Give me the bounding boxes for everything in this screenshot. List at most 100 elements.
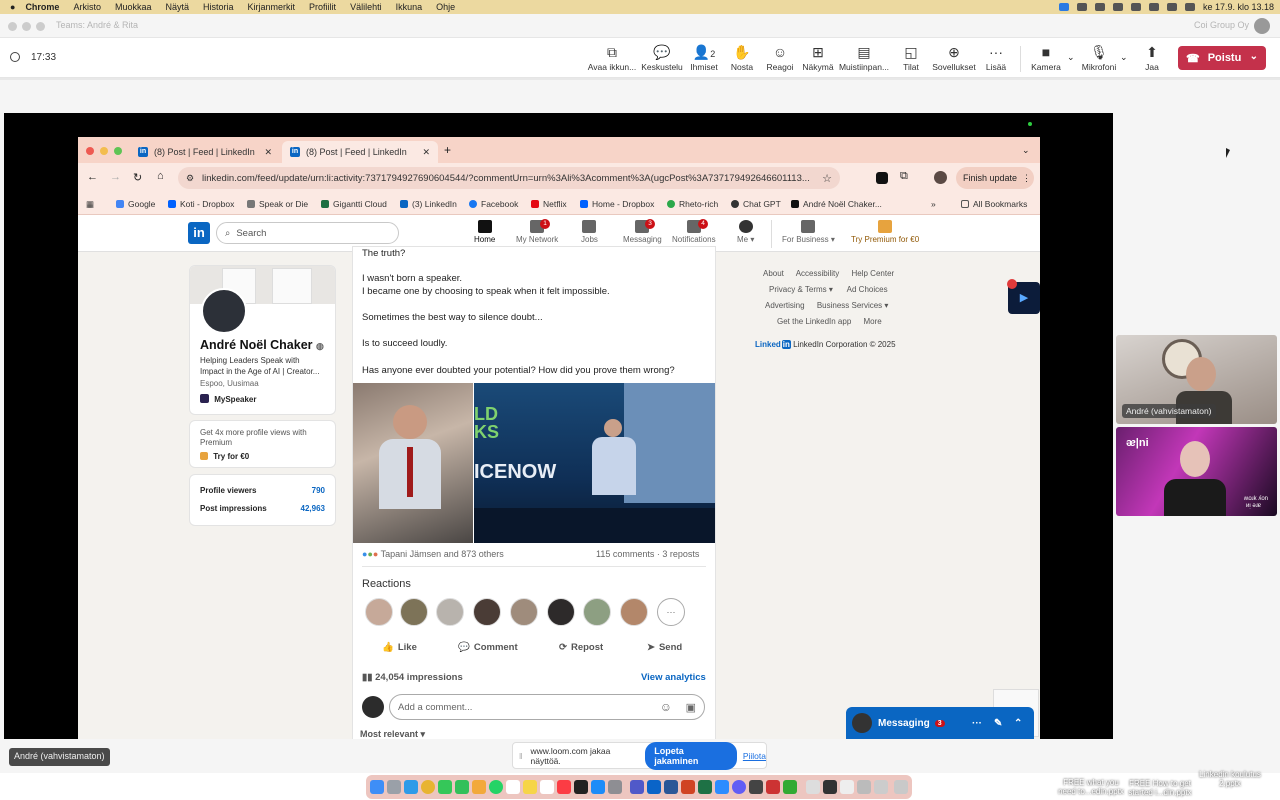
all-bookmarks[interactable]: All Bookmarks — [961, 199, 1027, 209]
stat-label[interactable]: Profile viewers — [200, 486, 256, 495]
footer-link[interactable]: Get the LinkedIn app — [777, 317, 851, 326]
more-button[interactable]: ··· Lisää — [971, 44, 1021, 72]
extension-icon[interactable] — [876, 172, 888, 184]
chevron-up-icon[interactable]: ⌃ — [1014, 718, 1022, 729]
bookmark-rheto-rich[interactable]: Rheto-rich — [667, 199, 718, 209]
wifi-icon[interactable] — [1148, 3, 1159, 11]
facetime-icon[interactable] — [455, 780, 469, 794]
nav-home[interactable]: Home — [474, 220, 495, 244]
app-icon[interactable] — [874, 780, 888, 794]
footer-link[interactable]: More — [864, 317, 882, 326]
footer-link[interactable]: Accessibility — [796, 269, 840, 278]
repost-button[interactable]: ⟳ Repost — [559, 642, 603, 653]
preview-icon[interactable] — [806, 780, 820, 794]
bookmark-andre-x[interactable]: André Noël Chaker... — [791, 199, 882, 209]
profile-company[interactable]: MySpeaker — [200, 394, 256, 404]
menu-ikkuna[interactable]: Ikkuna — [396, 2, 423, 12]
footer-link[interactable]: About — [763, 269, 784, 278]
menu-arkisto[interactable]: Arkisto — [73, 2, 101, 12]
bookmark-speak-or-die[interactable]: Speak or Die — [247, 199, 308, 209]
reactor-avatar[interactable] — [400, 598, 428, 626]
share-button[interactable]: ⬆ Jaa — [1127, 44, 1177, 72]
footer-link[interactable]: Advertising — [765, 301, 805, 310]
reactor-avatar[interactable] — [436, 598, 464, 626]
back-icon[interactable]: ← — [87, 171, 98, 183]
browser-tab-active[interactable]: in (8) Post | Feed | LinkedIn ✕ — [282, 141, 438, 163]
reactor-avatar[interactable] — [365, 598, 393, 626]
image-icon[interactable]: ▣ — [686, 701, 696, 714]
site-info-icon[interactable]: ⚙ — [186, 173, 194, 184]
url-bar[interactable]: ⚙ linkedin.com/feed/update/urn:li:activi… — [178, 167, 840, 189]
finish-update-button[interactable]: Finish update ⋮ — [956, 167, 1034, 189]
mic-button[interactable]: 🎙 Mikrofoni — [1074, 44, 1124, 72]
window-zoom-button[interactable] — [114, 147, 122, 155]
emoji-icon[interactable]: ☺ — [660, 700, 672, 714]
calendar-icon[interactable] — [506, 780, 520, 794]
app-icon[interactable] — [749, 780, 763, 794]
camera-button[interactable]: ■ Kamera — [1021, 44, 1071, 72]
footer-link[interactable]: Business Services ▾ — [817, 301, 889, 310]
status-icon[interactable] — [1058, 3, 1069, 11]
outlook-icon[interactable] — [647, 780, 661, 794]
reload-icon[interactable]: ↻ — [133, 171, 142, 184]
impressions[interactable]: ▮▮ 24,054 impressions — [362, 672, 463, 683]
bookmark-home-dropbox[interactable]: Home - Dropbox — [580, 199, 654, 209]
apple-icon[interactable]: ● — [10, 2, 15, 12]
reactor-avatar[interactable] — [620, 598, 648, 626]
messaging-bar[interactable]: Messaging 3 ··· ✎ ⌃ — [846, 707, 1034, 739]
stat-value[interactable]: 790 — [312, 486, 325, 495]
menu-app-name[interactable]: Chrome — [25, 2, 59, 12]
bookmark-google[interactable]: Google — [116, 199, 155, 209]
more-reactors-button[interactable]: ··· — [657, 598, 685, 626]
bookmark-star-icon[interactable]: ☆ — [822, 172, 832, 185]
leave-button[interactable]: ☎ Poistu ⌄ — [1178, 46, 1266, 70]
reactor-avatar[interactable] — [583, 598, 611, 626]
nav-messaging[interactable]: Messaging — [623, 220, 662, 244]
menubar-clock[interactable]: ke 17.9. klo 13.18 — [1203, 2, 1274, 12]
music-icon[interactable] — [557, 780, 571, 794]
try-premium-link[interactable]: Try for €0 — [200, 452, 249, 461]
nav-notifications[interactable]: Notifications — [672, 220, 716, 244]
menu-ohje[interactable]: Ohje — [436, 2, 455, 12]
avatar[interactable] — [362, 696, 384, 718]
bookmark-gigantti[interactable]: Gigantti Cloud — [321, 199, 387, 209]
bookmark-koti-dropbox[interactable]: Koti - Dropbox — [168, 199, 234, 209]
post-reactions-summary[interactable]: ●●● Tapani Jämsen and 873 others — [362, 549, 504, 559]
hide-button[interactable]: Piilota — [743, 751, 766, 761]
window-close-button[interactable] — [8, 22, 17, 31]
excel-icon[interactable] — [698, 780, 712, 794]
browser-tab[interactable]: in (8) Post | Feed | LinkedIn ✕ — [130, 141, 280, 163]
notes-icon[interactable] — [523, 780, 537, 794]
linkedin-logo-icon[interactable]: in — [188, 222, 210, 244]
nav-me[interactable]: Me ▾ — [737, 220, 754, 244]
app-icon[interactable] — [766, 780, 780, 794]
footer-link[interactable]: Help Center — [852, 269, 895, 278]
desktop-file[interactable]: FREE what you need to...edin.pptx — [1056, 778, 1126, 796]
home-icon[interactable]: ⌂ — [157, 170, 164, 182]
post-image-left[interactable] — [353, 383, 473, 543]
stat-label[interactable]: Post impressions — [200, 504, 267, 513]
bookmark-netflix[interactable]: Netflix — [531, 199, 567, 209]
stop-sharing-button[interactable]: Lopeta jakaminen — [645, 741, 737, 770]
powerpoint-icon[interactable] — [681, 780, 695, 794]
more-icon[interactable]: ··· — [972, 718, 982, 729]
search-icon[interactable] — [1166, 3, 1177, 11]
app-icon[interactable] — [857, 780, 871, 794]
bookmark-linkedin[interactable]: (3) LinkedIn — [400, 199, 457, 209]
window-close-button[interactable] — [86, 147, 94, 155]
nav-for-business[interactable]: For Business ▾ — [782, 220, 835, 244]
tab-search-icon[interactable]: ⌄ — [1022, 145, 1030, 156]
nav-jobs[interactable]: Jobs — [581, 220, 598, 244]
participant-video-tile[interactable]: André (vahvistamaton) — [1116, 335, 1277, 424]
chevron-down-icon[interactable]: ⌄ — [1250, 51, 1258, 62]
word-icon[interactable] — [664, 780, 678, 794]
finder-icon[interactable] — [370, 780, 384, 794]
footer-link[interactable]: Ad Choices — [847, 285, 888, 294]
window-minimize-button[interactable] — [22, 22, 31, 31]
loom-icon[interactable] — [732, 780, 746, 794]
reminders-icon[interactable] — [540, 780, 554, 794]
drag-handle-icon[interactable]: ‖ — [519, 751, 523, 761]
bookmark-chat-gpt[interactable]: Chat GPT — [731, 199, 781, 209]
status-icon[interactable] — [1112, 3, 1123, 11]
notes-button[interactable]: ▤ Muistiinpan... — [839, 44, 889, 72]
